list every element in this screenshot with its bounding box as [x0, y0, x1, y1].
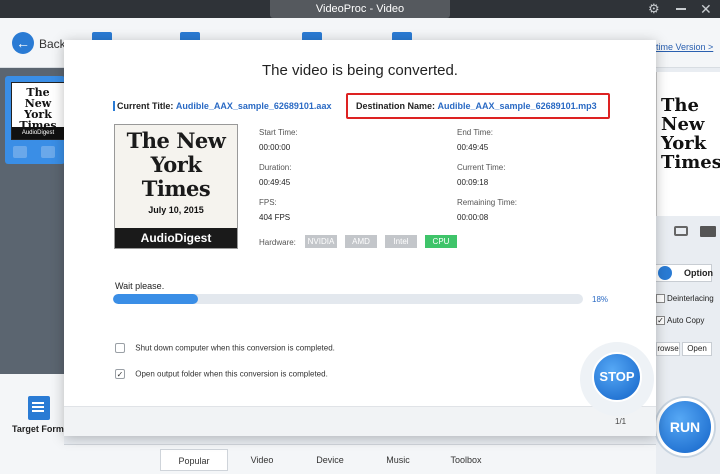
deinterlacing-label: Deinterlacing	[667, 294, 714, 303]
tab-popular[interactable]: Popular	[160, 449, 228, 471]
shutdown-checkbox[interactable]	[115, 343, 125, 353]
conversion-dialog: The video is being converted. Current Ti…	[64, 40, 656, 436]
left-video-list: The New York Times AudioDigest	[0, 68, 65, 374]
open-button[interactable]: Open	[682, 342, 712, 356]
auto-copy-box[interactable]: ✓	[656, 316, 665, 325]
open-folder-label: Open output folder when this conversion …	[135, 369, 328, 379]
music-tool-icon[interactable]	[302, 32, 322, 40]
page-indicator: 1/1	[615, 417, 627, 426]
destination-key: Destination Name:	[356, 101, 436, 111]
hw-intel: Intel	[385, 235, 417, 248]
tab-toolbox[interactable]: Toolbox	[432, 449, 500, 471]
folder-tool-icon[interactable]	[180, 32, 200, 40]
current-title-value: Audible_AAX_sample_62689101.aax	[175, 101, 332, 111]
current-time-value: 00:09:18	[457, 178, 489, 187]
title-bar: VideoProc - Video ⚙ ✕	[0, 0, 720, 18]
stat-current-time: Current Time: 00:09:18	[457, 163, 505, 187]
fps-label: FPS:	[259, 198, 277, 207]
current-time-label: Current Time:	[457, 163, 506, 172]
progress-bar	[113, 294, 583, 304]
stat-end-time: End Time: 00:49:45	[457, 128, 493, 152]
tab-video[interactable]: Video	[228, 449, 296, 471]
cover-brand: AudioDigest	[115, 228, 237, 248]
title-marker	[113, 101, 115, 111]
thumb-title: The New York Times	[19, 86, 57, 132]
stat-remaining: Remaining Time: 00:00:08	[457, 198, 517, 222]
cover-art: The New York Times July 10, 2015 AudioDi…	[114, 124, 238, 249]
option-gear-icon	[658, 266, 672, 280]
auto-copy-label: Auto Copy	[667, 316, 705, 325]
remaining-value: 00:00:08	[457, 213, 489, 222]
duration-label: Duration:	[259, 163, 292, 172]
start-time-value: 00:00:00	[259, 143, 291, 152]
hw-amd: AMD	[345, 235, 377, 248]
destination-row: Destination Name: Audible_AAX_sample_626…	[356, 101, 597, 111]
target-format-label[interactable]: Target Format	[12, 424, 72, 434]
browse-button[interactable]: rowse	[656, 342, 680, 356]
shutdown-label: Shut down computer when this conversion …	[135, 343, 335, 353]
stat-fps: FPS: 404 FPS	[259, 198, 290, 222]
right-panel: The New York Times Option Deinterlacing …	[656, 68, 720, 474]
open-folder-checkbox[interactable]: ✓	[115, 369, 125, 379]
minimize-icon[interactable]	[676, 8, 686, 10]
preview-thumbnail: The New York Times	[656, 72, 720, 216]
window-title: VideoProc - Video	[270, 0, 450, 18]
destination-value: Audible_AAX_sample_62689101.mp3	[437, 101, 597, 111]
option-label: Option	[684, 268, 713, 278]
hardware-label: Hardware:	[259, 238, 296, 247]
toolbox-tool-icon[interactable]	[392, 32, 412, 40]
dialog-footer: 1/1	[64, 406, 656, 436]
tab-device[interactable]: Device	[296, 449, 364, 471]
back-button[interactable]: Back	[39, 37, 66, 51]
hw-cpu: CPU	[425, 235, 457, 248]
wait-label: Wait please.	[115, 281, 165, 291]
target-format-area: Target Format	[0, 374, 72, 474]
current-title-row: Current Title: Audible_AAX_sample_626891…	[117, 101, 331, 111]
start-time-label: Start Time:	[259, 128, 298, 137]
stop-button-ring: STOP	[580, 342, 654, 416]
stat-start-time: Start Time: 00:00:00	[259, 128, 298, 152]
current-title-key: Current Title:	[117, 101, 174, 111]
progress-fill	[113, 294, 198, 304]
version-link[interactable]: time Version >	[656, 42, 713, 52]
video-thumbnail: The New York Times AudioDigest	[11, 82, 65, 140]
video-item-selected[interactable]: The New York Times AudioDigest	[5, 76, 65, 164]
stat-duration: Duration: 00:49:45	[259, 163, 291, 187]
format-tabs: Popular Video Device Music Toolbox	[64, 444, 656, 474]
fps-value: 404 FPS	[259, 213, 291, 222]
cover-date: July 10, 2015	[148, 205, 204, 215]
progress-percent: 18%	[592, 295, 609, 304]
stop-button[interactable]: STOP	[592, 352, 642, 402]
tab-music[interactable]: Music	[364, 449, 432, 471]
subtitle-icon[interactable]	[41, 146, 55, 158]
target-format-icon[interactable]	[28, 396, 50, 420]
folder-icon[interactable]	[700, 226, 716, 237]
remaining-label: Remaining Time:	[457, 198, 518, 207]
edit-icon[interactable]	[13, 146, 27, 158]
back-arrow-icon[interactable]: ←	[12, 32, 34, 54]
close-icon[interactable]: ✕	[700, 1, 712, 17]
end-time-label: End Time:	[457, 128, 494, 137]
shutdown-option[interactable]: Shut down computer when this conversion …	[115, 343, 335, 353]
option-button[interactable]: Option	[656, 264, 713, 282]
settings-gear-icon[interactable]: ⚙	[648, 2, 662, 16]
camera-icon[interactable]	[674, 226, 688, 236]
duration-value: 00:49:45	[259, 178, 291, 187]
hw-nvidia: NVIDIA	[305, 235, 337, 248]
preview-title: The New York Times	[661, 95, 720, 173]
open-folder-option[interactable]: ✓ Open output folder when this conversio…	[115, 369, 328, 379]
thumb-brand: AudioDigest	[12, 127, 64, 139]
run-button[interactable]: RUN	[656, 398, 714, 456]
cover-title: The New York Times	[126, 128, 226, 201]
dialog-title: The video is being converted.	[262, 62, 458, 79]
end-time-value: 00:49:45	[457, 143, 489, 152]
video-tool-icon[interactable]	[92, 32, 112, 40]
deinterlacing-box[interactable]	[656, 294, 665, 303]
